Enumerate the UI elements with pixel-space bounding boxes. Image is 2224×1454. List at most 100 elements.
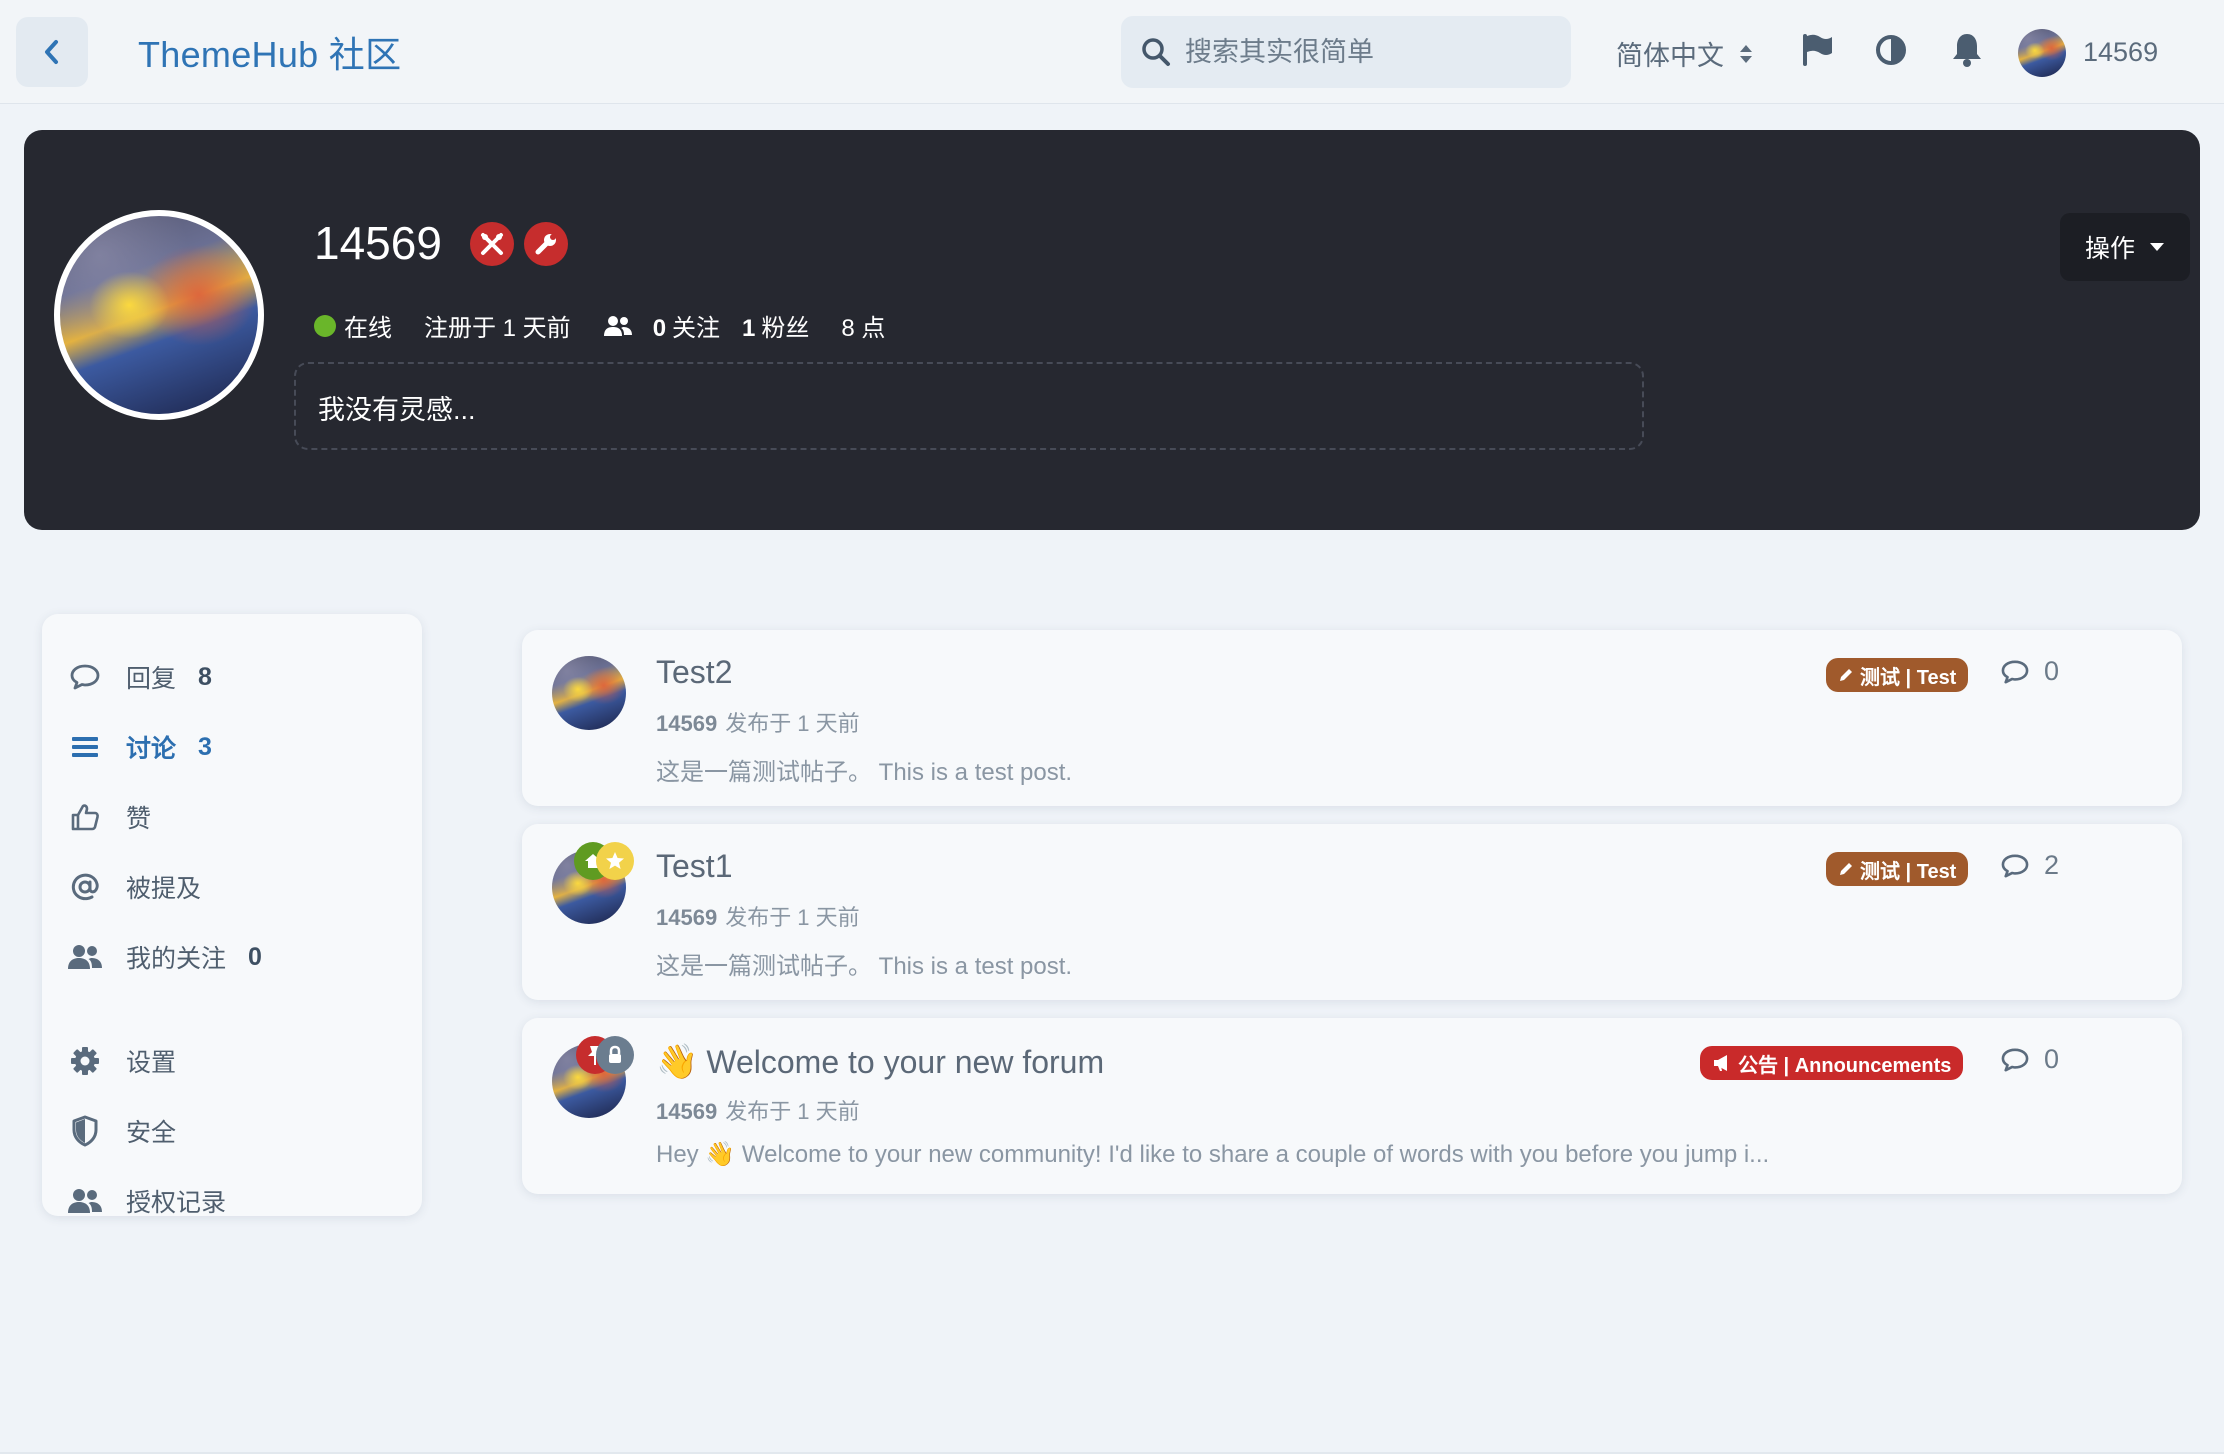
at-icon <box>66 872 104 902</box>
back-button[interactable] <box>16 17 88 87</box>
sidebar-item-replies[interactable]: 回复 8 <box>66 652 212 702</box>
gear-icon <box>66 1046 104 1076</box>
caret-down-icon <box>2150 243 2164 251</box>
comment-icon <box>2001 659 2029 684</box>
pencil-icon <box>1838 861 1854 877</box>
tag-badge[interactable]: 测试 | Test <box>1826 852 1969 886</box>
discussion-meta: 14569 发布于 1 天前 <box>656 1094 860 1126</box>
online-status: 在线 <box>344 315 392 342</box>
sidebar-item-settings[interactable]: 设置 <box>66 1036 176 1086</box>
followers-count: 1 <box>742 315 756 342</box>
discussion-time: 发布于 1 天前 <box>725 905 860 930</box>
discussion-item[interactable]: Test1 14569 发布于 1 天前 这是一篇测试帖子。 This is a … <box>522 824 2182 1000</box>
search-input[interactable] <box>1185 36 1545 68</box>
shield-icon <box>66 1115 104 1147</box>
top-header: ThemeHub 社区 简体中文 14569 <box>0 0 2224 104</box>
sidebar-item-count: 0 <box>248 942 262 971</box>
sidebar-item-label: 设置 <box>126 1049 177 1077</box>
discussion-author[interactable]: 14569 <box>656 1099 717 1124</box>
profile-sidebar: 回复 8 讨论 3 赞 被提及 我的关注 0 设置 安全 授权记录 <box>42 614 422 1217</box>
discussion-item[interactable]: Test2 14569 发布于 1 天前 这是一篇测试帖子。 This is a … <box>522 630 2182 806</box>
reply-count-value: 2 <box>2044 850 2060 880</box>
discussion-title[interactable]: 👋 Welcome to your new forum <box>656 1042 1104 1082</box>
tag-label: 测试 | Test <box>1860 860 1957 883</box>
reply-count: 0 <box>2000 1044 2059 1075</box>
megaphone-icon <box>1712 1054 1732 1072</box>
sidebar-item-label: 授权记录 <box>126 1189 227 1217</box>
online-status-dot <box>314 314 336 337</box>
discussion-meta: 14569 发布于 1 天前 <box>656 706 860 738</box>
comment-icon <box>66 663 104 691</box>
sidebar-item-discussions[interactable]: 讨论 3 <box>66 722 212 772</box>
users-icon <box>66 944 104 970</box>
users-icon <box>66 1188 104 1214</box>
sidebar-item-following[interactable]: 我的关注 0 <box>66 932 262 982</box>
points: 8 点 <box>841 315 886 342</box>
reply-count-value: 0 <box>2044 1044 2060 1074</box>
sidebar-item-authorizations[interactable]: 授权记录 <box>66 1176 226 1226</box>
sidebar-item-count: 8 <box>198 662 212 691</box>
sort-updown-icon <box>1738 42 1754 66</box>
discussion-author[interactable]: 14569 <box>656 905 717 930</box>
star-badge-icon <box>596 842 634 880</box>
followers-label: 粉丝 <box>761 315 810 342</box>
contrast-icon[interactable] <box>1875 34 1907 66</box>
wrench-badge-icon <box>524 222 568 266</box>
tag-badge[interactable]: 公告 | Announcements <box>1700 1046 1964 1080</box>
profile-hero: 14569 在线 注册于 1 天前 0 关注 1 粉丝 8 点 我没有灵感...… <box>24 130 2200 530</box>
discussion-title-text: Test1 <box>656 848 733 884</box>
language-selector[interactable]: 简体中文 <box>1616 34 1754 73</box>
sidebar-item-count: 3 <box>198 732 212 761</box>
sidebar-item-label: 被提及 <box>126 875 202 903</box>
sidebar-item-security[interactable]: 安全 <box>66 1106 176 1156</box>
discussion-excerpt: 这是一篇测试帖子。 This is a test post. <box>656 759 1073 786</box>
discussion-title[interactable]: Test1 <box>656 848 732 885</box>
profile-name: 14569 <box>314 217 442 269</box>
sidebar-item-likes[interactable]: 赞 <box>66 792 151 842</box>
tag-label: 公告 | Announcements <box>1738 1054 1952 1077</box>
site-title[interactable]: ThemeHub 社区 <box>138 26 401 78</box>
profile-bio[interactable]: 我没有灵感... <box>294 362 1644 450</box>
discussion-author[interactable]: 14569 <box>656 711 717 736</box>
registered-time: 注册于 1 天前 <box>424 315 571 342</box>
sidebar-item-label: 讨论 <box>126 735 177 763</box>
flag-icon[interactable] <box>1800 32 1834 68</box>
thumbs-up-icon <box>66 802 104 832</box>
lock-badge-icon <box>596 1036 634 1074</box>
profile-avatar <box>54 210 264 420</box>
discussion-time: 发布于 1 天前 <box>725 1099 860 1124</box>
followers-stat[interactable]: 1 粉丝 <box>742 308 809 343</box>
actions-dropdown-button[interactable]: 操作 <box>2060 213 2190 281</box>
tag-badge[interactable]: 测试 | Test <box>1826 658 1969 692</box>
profile-meta: 在线 注册于 1 天前 0 关注 1 粉丝 8 点 <box>314 308 885 343</box>
discussion-title[interactable]: Test2 <box>656 654 732 691</box>
discussion-excerpt: 这是一篇测试帖子。 This is a test post. <box>656 953 1073 980</box>
reply-count: 0 <box>2000 656 2059 687</box>
discussion-time: 发布于 1 天前 <box>725 711 860 736</box>
following-label: 关注 <box>672 315 721 342</box>
search-box[interactable] <box>1121 16 1571 88</box>
reply-count: 2 <box>2000 850 2059 881</box>
following-stat[interactable]: 0 关注 <box>653 308 720 343</box>
waving-hand-icon: 👋 <box>656 1043 699 1081</box>
sidebar-item-mentions[interactable]: 被提及 <box>66 862 201 912</box>
user-avatar[interactable] <box>2018 29 2066 77</box>
list-icon <box>66 735 104 759</box>
discussion-title-text: Test2 <box>656 654 733 690</box>
discussion-title-text: Welcome to your new forum <box>706 1043 1105 1080</box>
discussion-item[interactable]: 👋 Welcome to your new forum 14569 发布于 1 天… <box>522 1018 2182 1194</box>
pencil-icon <box>1838 667 1854 683</box>
admin-tools-badge-icon <box>470 222 514 266</box>
header-username[interactable]: 14569 <box>2083 37 2158 68</box>
sidebar-item-label: 赞 <box>126 805 152 833</box>
reply-count-value: 0 <box>2044 656 2060 686</box>
sidebar-item-label: 我的关注 <box>126 945 227 973</box>
sidebar-item-label: 回复 <box>126 665 177 693</box>
language-label: 简体中文 <box>1616 41 1724 71</box>
author-avatar[interactable] <box>552 656 626 730</box>
comment-icon <box>2001 1047 2029 1072</box>
bell-icon[interactable] <box>1951 32 1983 68</box>
search-icon <box>1142 38 1170 66</box>
comment-icon <box>2001 853 2029 878</box>
discussion-meta: 14569 发布于 1 天前 <box>656 900 860 932</box>
